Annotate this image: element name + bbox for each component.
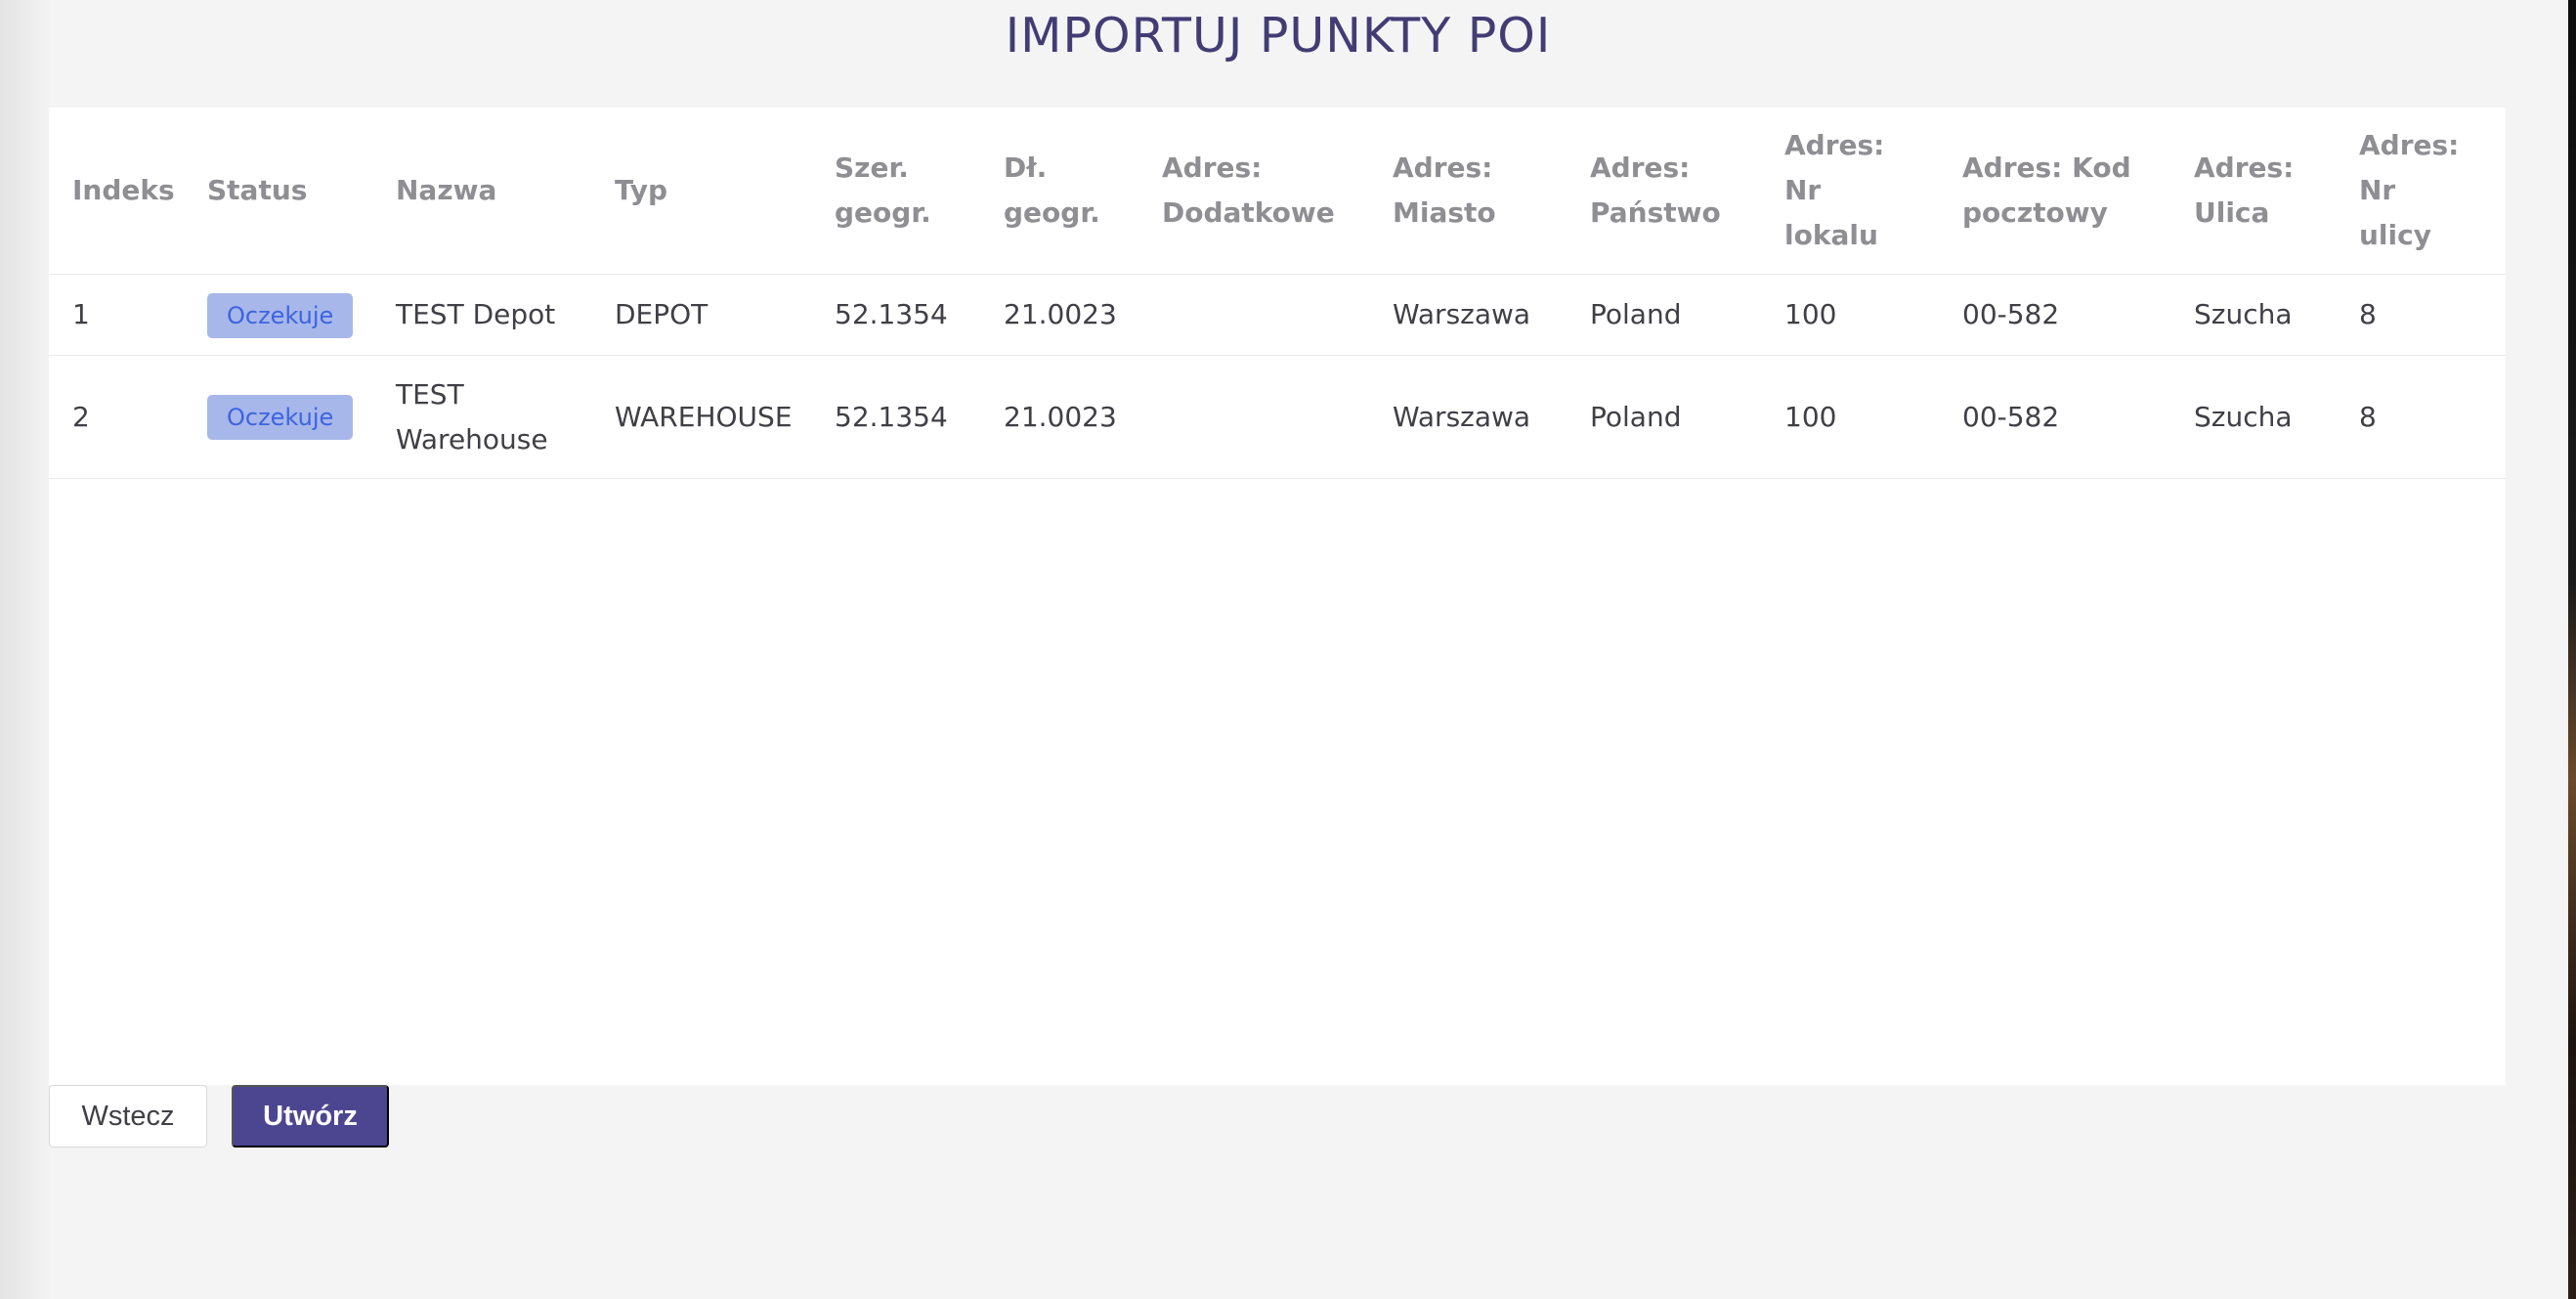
col-header-label: Dodatkowe [1162,196,1335,229]
cell-address-postal: 00-582 [1939,274,2170,356]
col-header-name[interactable]: Nazwa [372,108,591,275]
col-header-label: lokalu [1784,219,1878,251]
col-header-label: Status [207,174,308,206]
table-header-row: Indeks Status Nazwa Typ Szer. geogr. Dł. g… [49,108,2506,275]
col-header-label: Nazwa [396,174,497,206]
status-badge: Oczekuje [207,395,354,440]
cell-address-unit: 100 [1761,355,1939,479]
cell-longitude: 21.0023 [980,274,1138,356]
cell-address-country: Poland [1567,274,1761,356]
col-header-label: Ulica [2194,196,2270,229]
cell-type: DEPOT [591,274,811,356]
col-header-longitude[interactable]: Dł. geogr. [980,108,1138,275]
cell-status: Oczekuje [184,274,372,356]
col-header-label: Indeks [72,174,175,206]
cell-address-street-number: 8 [2336,274,2506,356]
col-header-label: Adres: Kod [1962,152,2131,184]
cell-latitude: 52.1354 [811,355,980,479]
status-badge: Oczekuje [207,292,354,338]
back-button[interactable]: Wstecz [49,1085,207,1147]
col-header-label: Szer. [835,152,909,184]
cell-address-city: Warszawa [1369,274,1567,356]
col-header-address-unit[interactable]: Adres: Nr lokalu [1761,108,1939,275]
col-header-type[interactable]: Typ [591,108,811,275]
col-header-label: ulicy [2359,219,2431,251]
poi-import-table: Indeks Status Nazwa Typ Szer. geogr. Dł. g… [49,108,2506,479]
cell-address-country: Poland [1567,355,1761,479]
cell-address-additional [1138,355,1369,479]
cell-name: TEST Depot [372,274,591,356]
right-edge-strip [2568,0,2576,1299]
import-table-card: Indeks Status Nazwa Typ Szer. geogr. Dł. g… [49,108,2506,1085]
cell-longitude: 21.0023 [980,355,1138,479]
cell-latitude: 52.1354 [811,274,980,356]
col-header-address-street[interactable]: Adres: Ulica [2170,108,2336,275]
table-row[interactable]: 2 Oczekuje TEST Warehouse WAREHOUSE 52.1… [49,355,2506,479]
cell-address-street: Szucha [2170,274,2336,356]
col-header-label: Miasto [1393,196,1496,229]
cell-address-additional [1138,274,1369,356]
cell-address-postal: 00-582 [1939,355,2170,479]
cell-name: TEST Warehouse [372,355,591,479]
cell-status: Oczekuje [184,355,372,479]
page-title: IMPORTUJ PUNKTY POI [1005,8,1552,64]
col-header-label: Adres: [2194,152,2295,184]
col-header-label: geogr. [1004,196,1100,229]
cell-address-street-number: 8 [2336,355,2506,479]
cell-index: 1 [49,274,184,356]
col-header-label: Dł. [1004,152,1048,184]
col-header-label: Adres: [1393,152,1493,184]
col-header-latitude[interactable]: Szer. geogr. [811,108,980,275]
col-header-address-postal[interactable]: Adres: Kod pocztowy [1939,108,2170,275]
table-row[interactable]: 1 Oczekuje TEST Depot DEPOT 52.1354 21.0… [49,274,2506,356]
cell-address-unit: 100 [1761,274,1939,356]
cell-address-street: Szucha [2170,355,2336,479]
col-header-label: Adres: Nr [1784,129,1885,206]
col-header-label: Adres: [1162,152,1263,184]
left-edge-shade [0,0,49,1299]
col-header-address-country[interactable]: Adres: Państwo [1567,108,1761,275]
cell-type: WAREHOUSE [591,355,811,479]
col-header-address-additional[interactable]: Adres: Dodatkowe [1138,108,1369,275]
col-header-label: Typ [615,174,668,206]
col-header-label: Adres: Nr [2359,129,2460,206]
col-header-label: geogr. [835,196,931,229]
col-header-label: pocztowy [1962,196,2108,229]
create-button[interactable]: Utwórz [232,1085,389,1147]
col-header-label: Państwo [1590,196,1721,229]
col-header-index[interactable]: Indeks [49,108,184,275]
col-header-address-city[interactable]: Adres: Miasto [1369,108,1567,275]
col-header-status[interactable]: Status [184,108,372,275]
col-header-label: Adres: [1590,152,1691,184]
col-header-address-street-number[interactable]: Adres: Nr ulicy [2336,108,2506,275]
cell-index: 2 [49,355,184,479]
cell-address-city: Warszawa [1369,355,1567,479]
